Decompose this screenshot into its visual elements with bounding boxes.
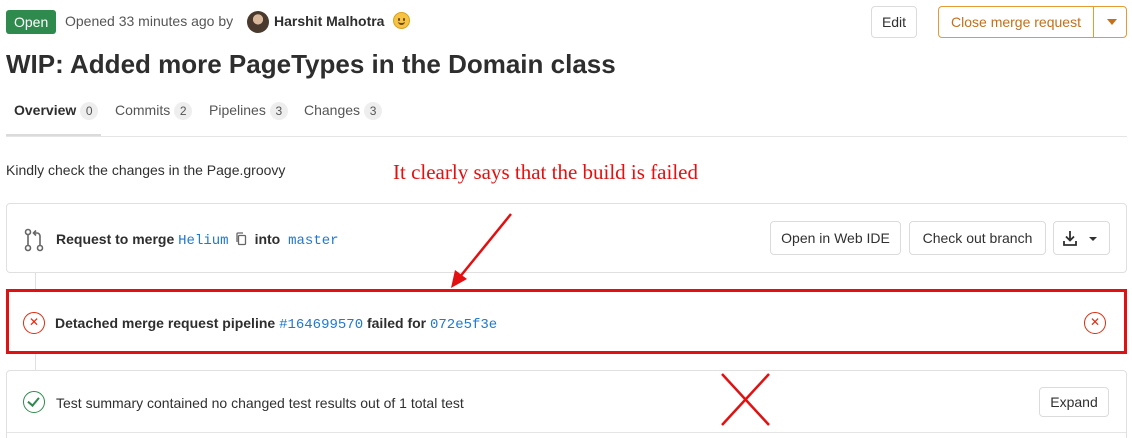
download-icon — [1063, 231, 1097, 246]
annotation-text: It clearly says that the build is failed — [393, 160, 698, 184]
close-options-dropdown-button[interactable] — [1093, 6, 1127, 38]
success-check-icon — [23, 391, 45, 413]
tab-count: 3 — [364, 102, 383, 120]
tab-label: Changes — [304, 102, 361, 118]
pipeline-failed-for: failed for — [366, 315, 427, 331]
merge-request-page: Open Opened 33 minutes ago by Harshit Ma… — [0, 0, 1132, 438]
tab-pipelines[interactable]: Pipelines 3 — [209, 96, 288, 136]
test-summary-text: Test summary contained no changed test r… — [56, 395, 464, 411]
mr-description: Kindly check the changes in the Page.gro… — [6, 162, 286, 178]
pipeline-status-text: Detached merge request pipeline #1646995… — [55, 315, 497, 333]
commit-sha-link[interactable]: 072e5f3e — [430, 317, 497, 333]
merge-request-icon — [24, 228, 44, 252]
copy-icon[interactable] — [235, 232, 247, 246]
tab-bar: Overview 0 Commits 2 Pipelines 3 Changes 3 — [6, 96, 1127, 137]
edit-button[interactable]: Edit — [871, 6, 917, 38]
pipeline-status-widget: ✕ Detached merge request pipeline #16469… — [6, 289, 1127, 354]
open-web-ide-button[interactable]: Open in Web IDE — [770, 221, 901, 255]
source-branch-link[interactable]: Helium — [178, 233, 228, 249]
pipeline-id-link[interactable]: #164699570 — [279, 317, 363, 333]
pipeline-stage-failed-icon[interactable]: ✕ — [1084, 312, 1106, 334]
download-dropdown-button[interactable] — [1053, 221, 1110, 255]
tab-count: 2 — [174, 102, 193, 120]
merge-request-summary: Request to merge Helium into master — [56, 231, 339, 249]
page-title: WIP: Added more PageTypes in the Domain … — [6, 49, 616, 79]
tab-changes[interactable]: Changes 3 — [304, 96, 383, 136]
timeline-connector — [35, 273, 36, 289]
pipeline-prefix: Detached merge request pipeline — [55, 315, 276, 331]
tab-label: Commits — [115, 102, 171, 118]
timeline-connector — [35, 354, 36, 370]
tab-label: Overview — [14, 102, 77, 118]
merge-prefix-label: Request to merge — [56, 231, 175, 247]
opened-timestamp: Opened 33 minutes ago by — [65, 13, 234, 29]
test-summary-widget: Test summary contained no changed test r… — [6, 370, 1127, 438]
close-merge-request-button[interactable]: Close merge request — [938, 6, 1094, 38]
divider — [7, 432, 1126, 433]
expand-button[interactable]: Expand — [1039, 387, 1109, 417]
merge-info-widget: Request to merge Helium into master Open … — [6, 203, 1127, 273]
author-name[interactable]: Harshit Malhotra — [274, 13, 384, 29]
tab-label: Pipelines — [209, 102, 266, 118]
status-badge: Open — [6, 10, 57, 34]
check-out-branch-button[interactable]: Check out branch — [909, 221, 1046, 255]
tab-commits[interactable]: Commits 2 — [115, 96, 193, 136]
tab-count: 3 — [269, 102, 288, 120]
avatar[interactable] — [247, 11, 269, 33]
pipeline-failed-icon[interactable]: ✕ — [23, 312, 45, 334]
smiley-icon — [393, 12, 410, 29]
tab-overview[interactable]: Overview 0 — [6, 96, 101, 136]
tab-count: 0 — [80, 102, 99, 120]
target-branch-link[interactable]: master — [288, 233, 338, 249]
into-label: into — [254, 231, 281, 247]
